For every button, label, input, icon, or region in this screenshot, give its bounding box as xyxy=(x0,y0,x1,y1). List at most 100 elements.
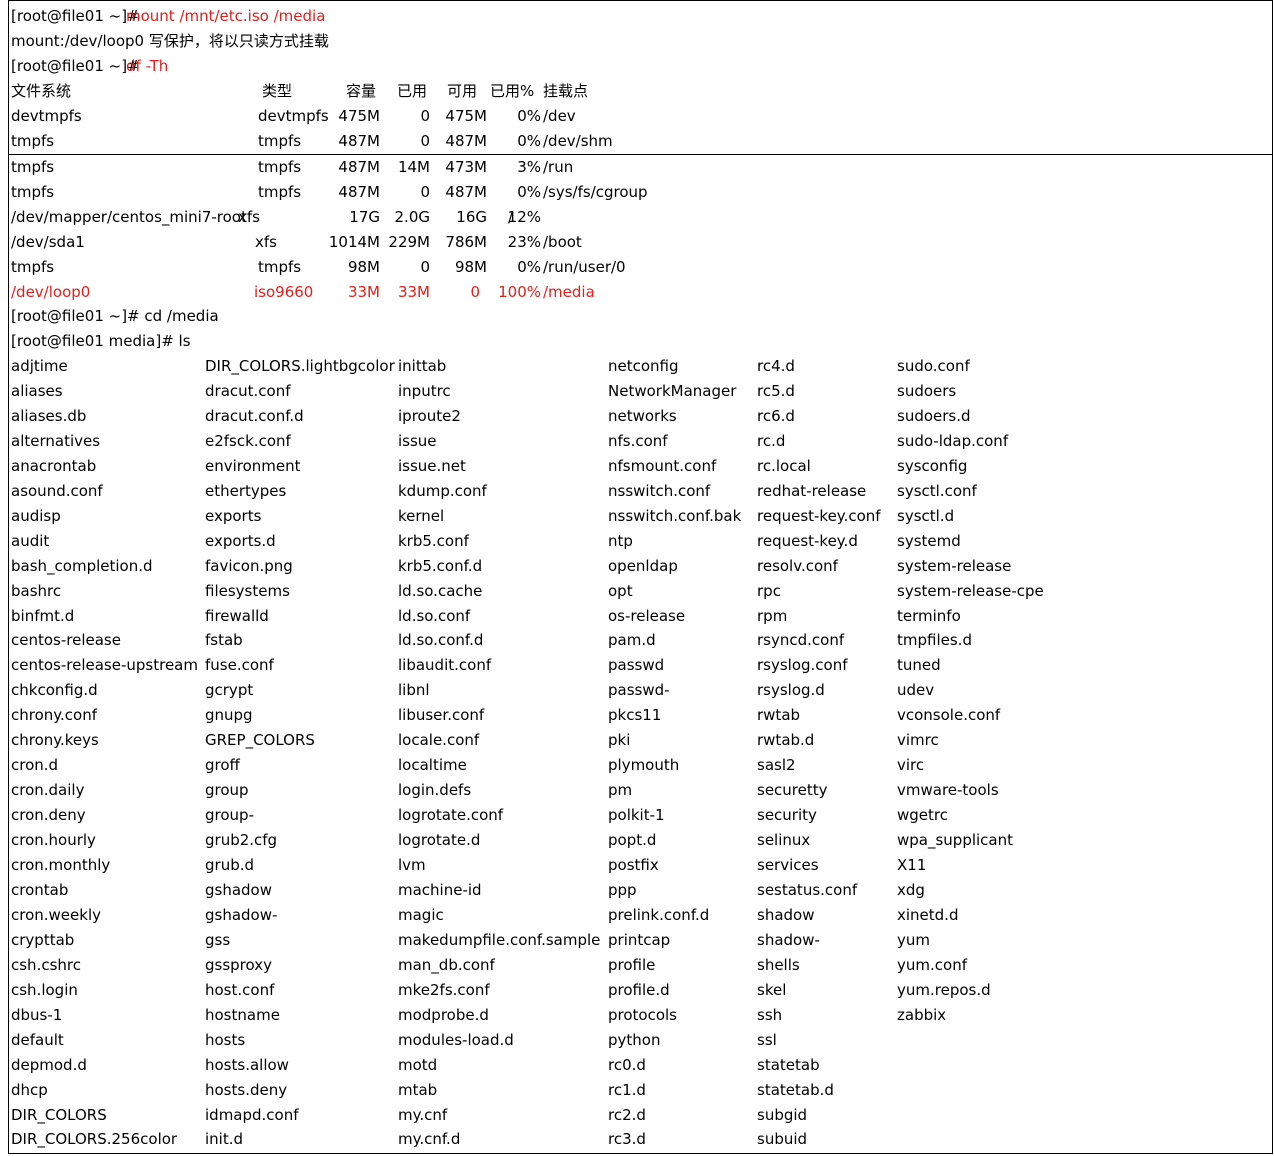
ls-row: chrony.conf gnupg libuser.conf pkcs11 rwtab v… xyxy=(0,703,1274,728)
ls-entry: shadow xyxy=(757,906,815,924)
ls-entry: shells xyxy=(757,956,800,974)
ls-entry: chkconfig.d xyxy=(11,681,98,699)
ls-entry: dracut.conf xyxy=(205,382,291,400)
ls-entry: virc xyxy=(897,756,925,774)
df-cell-filesystem: tmpfs xyxy=(11,158,55,176)
df-cell-size: 487M xyxy=(338,158,380,176)
ls-entry: plymouth xyxy=(608,756,680,774)
ls-entry: X11 xyxy=(897,856,927,874)
ls-entry: fstab xyxy=(205,631,243,649)
df-cell-filesystem: tmpfs xyxy=(11,132,55,150)
ls-entry: rc.local xyxy=(757,457,811,475)
ls-entry: rc2.d xyxy=(608,1106,646,1124)
ls-entry: sudo-ldap.conf xyxy=(897,432,1009,450)
ls-entry: cron.monthly xyxy=(11,856,111,874)
df-cell-used: 0 xyxy=(420,258,430,276)
ls-entry: issue xyxy=(398,432,437,450)
ls-entry: centos-release xyxy=(11,631,121,649)
ls-row: csh.cshrc gssproxy man_db.conf profile shell… xyxy=(0,953,1274,978)
ls-entry: modprobe.d xyxy=(398,1006,489,1024)
df-cell-mountpoint: /sys/fs/cgroup xyxy=(543,183,648,201)
ls-entry: init.d xyxy=(205,1130,244,1148)
ls-entry: logrotate.d xyxy=(398,831,481,849)
df-header-mountpoint: 挂载点 xyxy=(543,82,589,100)
df-command: df -Th xyxy=(126,57,169,75)
ls-entry: asound.conf xyxy=(11,482,103,500)
df-cell-used: 0 xyxy=(420,132,430,150)
df-cell-use-percent: 0% xyxy=(517,107,541,125)
ls-entry: ppp xyxy=(608,881,637,899)
mount-command: mount /mnt/etc.iso /media xyxy=(126,7,326,25)
ls-entry: nsswitch.conf xyxy=(608,482,711,500)
ls-entry: cron.daily xyxy=(11,781,85,799)
ls-entry: vmware-tools xyxy=(897,781,999,799)
df-row: tmpfs tmpfs 487M 14M 473M 3%/run xyxy=(0,155,1274,180)
ls-entry: gcrypt xyxy=(205,681,254,699)
ls-entry: os-release xyxy=(608,607,686,625)
df-cell-size: 98M xyxy=(347,258,380,276)
ls-entry: iproute2 xyxy=(398,407,461,425)
df-cell-used: 2.0G xyxy=(394,208,430,226)
ls-entry: hostname xyxy=(205,1006,280,1024)
ls-entry: rc6.d xyxy=(757,407,795,425)
ls-entry: terminfo xyxy=(897,607,961,625)
ls-entry: audit xyxy=(11,532,50,550)
ls-entry: resolv.conf xyxy=(757,557,838,575)
ls-entry: services xyxy=(757,856,819,874)
ls-entry: chrony.conf xyxy=(11,706,97,724)
ls-entry: system-release xyxy=(897,557,1012,575)
df-cell-use-percent: 100% xyxy=(498,283,541,301)
df-cell-type: tmpfs xyxy=(258,183,302,201)
ls-entry: libnl xyxy=(398,681,430,699)
df-cell-size: 33M xyxy=(347,283,380,301)
df-cell-mountpoint: /boot xyxy=(543,233,582,251)
ls-entry: pm xyxy=(608,781,633,799)
ls-entry: man_db.conf xyxy=(398,956,495,974)
ls-command: [root@file01 media]# ls xyxy=(11,332,191,350)
ls-entry: bashrc xyxy=(11,582,62,600)
df-cell-mountpoint: /run xyxy=(543,158,574,176)
ls-entry: tuned xyxy=(897,656,941,674)
df-command-line: [root@file01 ~]# df -Th xyxy=(0,54,1274,79)
ls-entry: statetab.d xyxy=(757,1081,834,1099)
ls-entry: gshadow xyxy=(205,881,273,899)
df-header-row: 文件系统 类型 容量 已用 可用 已用% 挂载点 xyxy=(0,79,1274,104)
ls-row: alternatives e2fsck.conf issue nfs.conf rc.d… xyxy=(0,429,1274,454)
ls-entry: skel xyxy=(757,981,787,999)
ls-entry: inputrc xyxy=(398,382,451,400)
cd-command-line: [root@file01 ~]# cd /media xyxy=(0,304,1274,329)
df-header-avail: 可用 xyxy=(447,82,478,100)
df-row: /dev/sda1 xfs 1014M 229M 786M 23%/boot xyxy=(0,230,1274,255)
ls-entry: dhcp xyxy=(11,1081,48,1099)
ls-row: cron.d groff localtime plymouth sasl2 virc xyxy=(0,753,1274,778)
df-cell-avail: 98M xyxy=(454,258,487,276)
ls-row: DIR_COLORS idmapd.conf my.cnf rc2.d subgid xyxy=(0,1103,1274,1128)
ls-entry: inittab xyxy=(398,357,447,375)
ls-entry: dbus-1 xyxy=(11,1006,63,1024)
ls-entry: gnupg xyxy=(205,706,253,724)
ls-entry: DIR_COLORS.lightbgcolor xyxy=(205,357,395,375)
ls-row: aliases dracut.conf inputrc NetworkManager r… xyxy=(0,379,1274,404)
ls-entry: localtime xyxy=(398,756,467,774)
ls-entry: profile.d xyxy=(608,981,670,999)
ls-row: binfmt.d firewalld ld.so.conf os-release rpm… xyxy=(0,604,1274,629)
ls-entry: hosts.deny xyxy=(205,1081,288,1099)
ls-row: dhcp hosts.deny mtab rc1.d statetab.d xyxy=(0,1078,1274,1103)
df-header-type: 类型 xyxy=(262,82,293,100)
ls-entry: ethertypes xyxy=(205,482,287,500)
ls-entry: yum.conf xyxy=(897,956,967,974)
ls-entry: cron.d xyxy=(11,756,59,774)
shell-prompt: [root@file01 ~]# xyxy=(11,7,140,25)
ls-entry: bash_completion.d xyxy=(11,557,153,575)
ls-entry: system-release-cpe xyxy=(897,582,1044,600)
df-cell-used: 0 xyxy=(420,183,430,201)
ls-entry: libaudit.conf xyxy=(398,656,492,674)
ls-entry: favicon.png xyxy=(205,557,293,575)
ls-entry: aliases.db xyxy=(11,407,87,425)
ls-entry: hosts.allow xyxy=(205,1056,289,1074)
df-cell-filesystem: tmpfs xyxy=(11,258,55,276)
ls-entry: netconfig xyxy=(608,357,679,375)
ls-entry: sestatus.conf xyxy=(757,881,858,899)
ls-entry: binfmt.d xyxy=(11,607,75,625)
ls-entry: host.conf xyxy=(205,981,275,999)
